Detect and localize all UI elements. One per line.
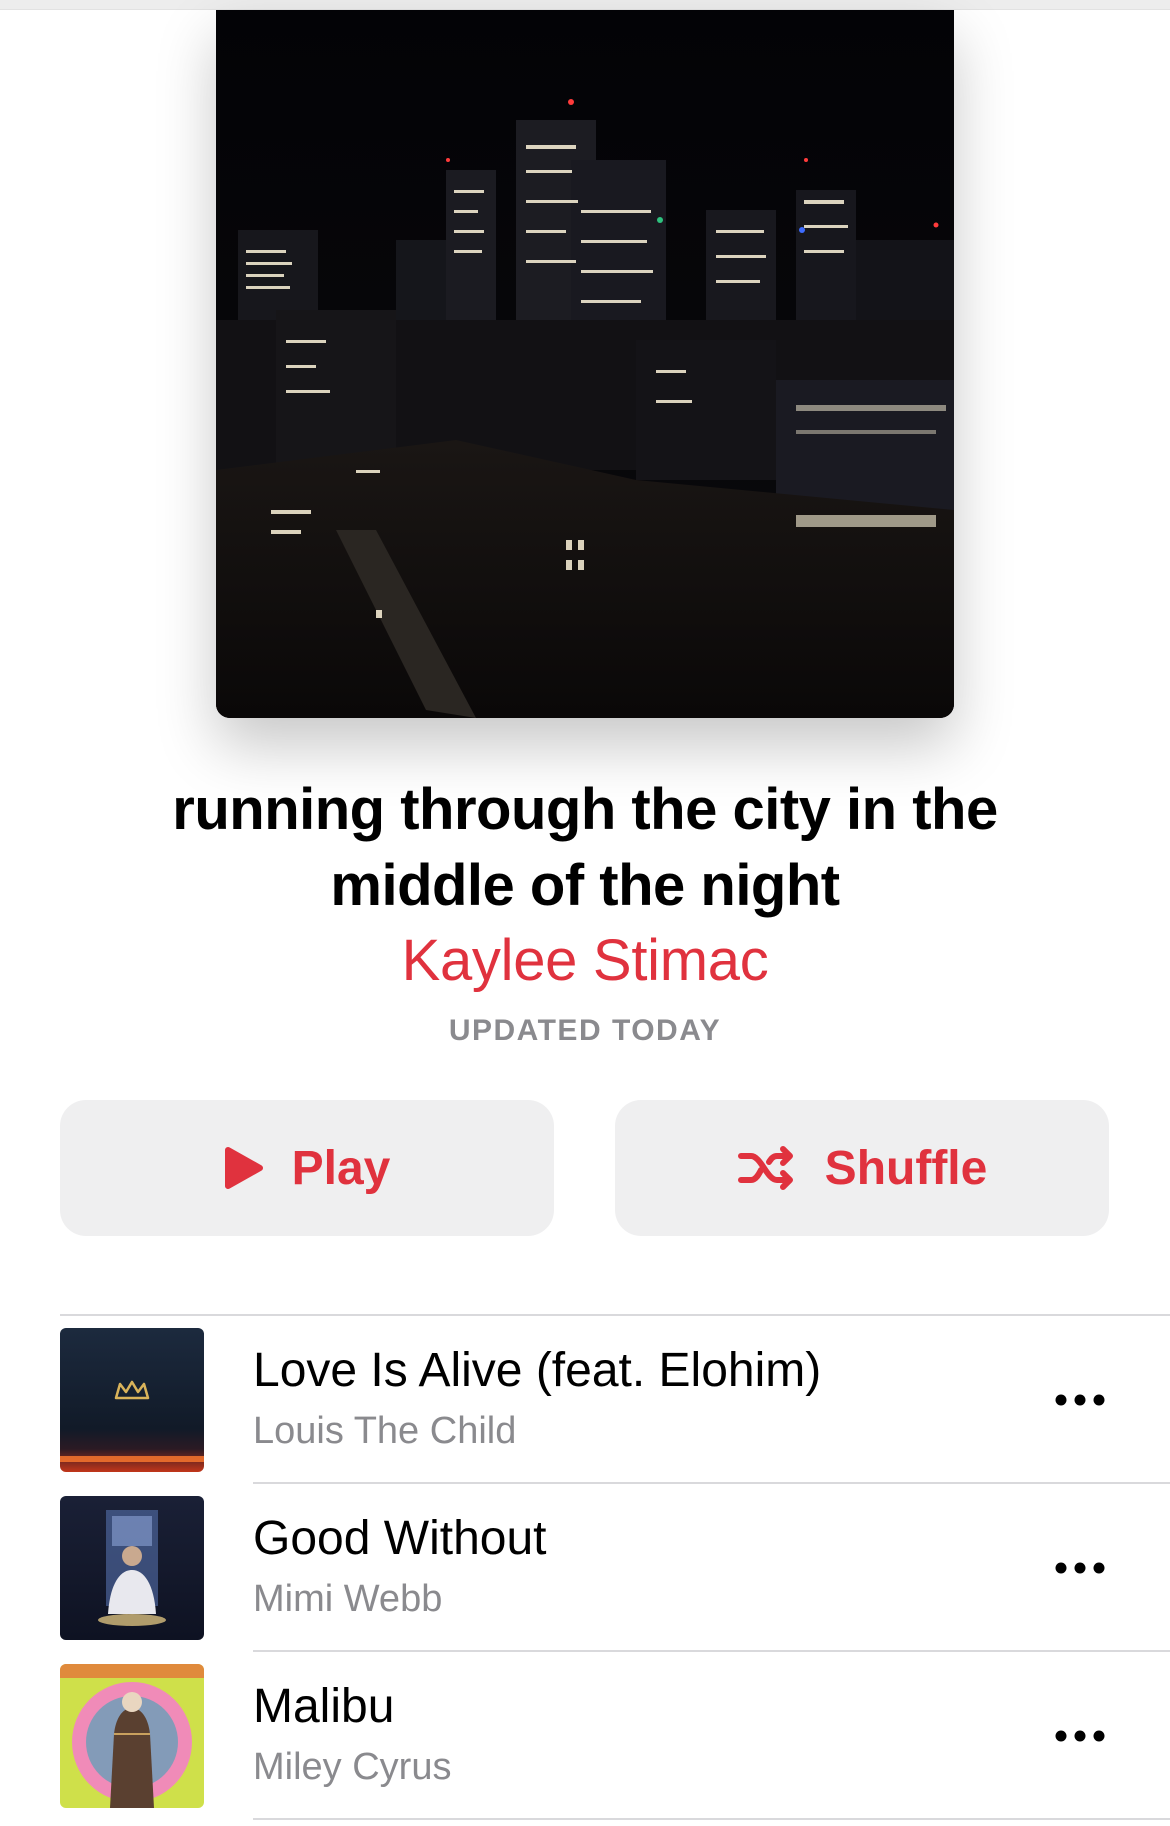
- shuffle-icon: [737, 1144, 797, 1192]
- shuffle-label: Shuffle: [824, 1141, 988, 1195]
- row-divider: [253, 1818, 1170, 1820]
- shuffle-button[interactable]: Shuffle: [615, 1100, 1109, 1236]
- track-artist: Louis The Child: [253, 1410, 517, 1452]
- more-icon[interactable]: [1048, 1378, 1112, 1422]
- track-row[interactable]: Good Without Mimi Webb: [0, 1484, 1170, 1652]
- playlist-title: running through the city in the middle o…: [80, 772, 1090, 924]
- play-label: Play: [291, 1141, 391, 1195]
- track-artist: Miley Cyrus: [253, 1746, 452, 1788]
- playlist-curator-link[interactable]: Kaylee Stimac: [80, 926, 1090, 996]
- track-artwork: [60, 1496, 204, 1640]
- track-artwork: [60, 1328, 204, 1472]
- crown-over-horizon-artwork: [60, 1328, 204, 1472]
- updated-label: UPDATED TODAY: [448, 1014, 722, 1047]
- play-button[interactable]: Play: [60, 1100, 554, 1236]
- playlist-title-line-2: middle of the night: [330, 853, 840, 918]
- portrait-album-art: [60, 1496, 204, 1640]
- top-edge: [0, 0, 1170, 10]
- track-artist: Mimi Webb: [253, 1578, 443, 1620]
- younger-now-album-art: [60, 1664, 204, 1808]
- playlist-title-line-1: running through the city in the: [172, 777, 998, 842]
- track-title: Love Is Alive (feat. Elohim): [253, 1344, 822, 1397]
- track-artwork: [60, 1664, 204, 1808]
- more-icon[interactable]: [1048, 1546, 1112, 1590]
- more-icon[interactable]: [1048, 1714, 1112, 1758]
- track-title: Malibu: [253, 1680, 395, 1733]
- track-row[interactable]: Malibu Miley Cyrus: [0, 1652, 1170, 1820]
- playlist-artwork: [216, 10, 954, 718]
- play-icon: [224, 1146, 264, 1190]
- track-title: Good Without: [253, 1512, 547, 1565]
- night-city-skyline-image: [216, 10, 954, 718]
- track-row[interactable]: Love Is Alive (feat. Elohim) Louis The C…: [0, 1316, 1170, 1484]
